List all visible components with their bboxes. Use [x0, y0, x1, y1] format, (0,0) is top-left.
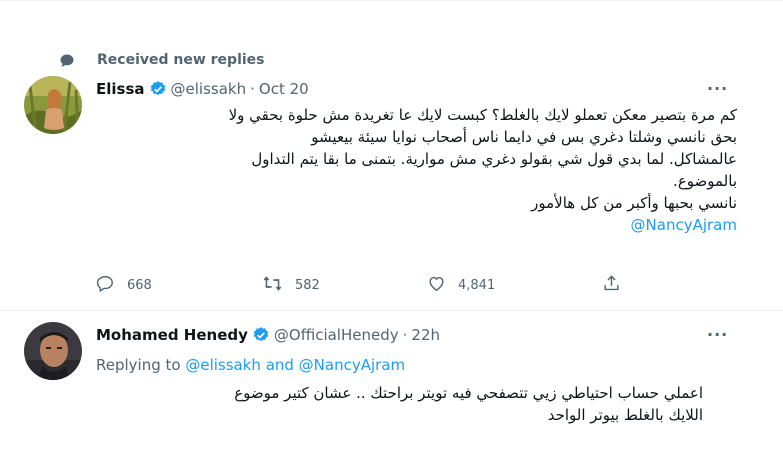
more-icon[interactable]: ··· — [707, 79, 728, 98]
timeline: Received new replies Elissa @elissakh · … — [0, 0, 783, 458]
like-count: 4,841 — [458, 278, 496, 293]
separator-dot: · — [402, 326, 408, 344]
avatar[interactable] — [24, 322, 82, 380]
tweet-header: Elissa @elissakh · Oct 20 — [96, 80, 309, 98]
like-icon — [427, 274, 446, 297]
replying-to-link[interactable]: @elissakh and @NancyAjram — [185, 356, 405, 374]
replying-to: Replying to @elissakh and @NancyAjram — [96, 356, 405, 374]
tweet-actions: 668 582 4,841 — [96, 274, 656, 294]
tweet-line: اللايك بالغلط بيوتر الواحد — [547, 406, 703, 424]
retweet-icon — [262, 274, 283, 297]
share-icon — [602, 274, 621, 297]
separator-dot: · — [250, 80, 255, 98]
like-button[interactable]: 4,841 — [427, 274, 495, 297]
author-handle[interactable]: @elissakh — [171, 80, 247, 98]
tweet-line: كم مرة بتصير معكن تعملو لايك بالغلط؟ كبس… — [228, 106, 737, 124]
tweet-line: بالموضوع. — [673, 172, 737, 190]
tweet-text: كم مرة بتصير معكن تعملو لايك بالغلط؟ كبس… — [97, 104, 737, 236]
verified-badge-icon — [252, 326, 270, 344]
timestamp[interactable]: Oct 20 — [259, 80, 309, 98]
reply-button[interactable]: 668 — [96, 274, 152, 297]
retweet-button[interactable]: 582 — [262, 274, 320, 297]
new-replies-label: Received new replies — [97, 52, 265, 68]
tweet-header: Mohamed Henedy @OfficialHenedy · 22h — [96, 326, 440, 344]
tweet-line: عالمشاكل. لما بدي قول شي بقولو دغري مش م… — [251, 150, 737, 168]
top-divider — [0, 0, 783, 1]
more-icon[interactable]: ··· — [707, 325, 728, 344]
tweet-divider — [0, 310, 783, 311]
verified-badge-icon — [149, 80, 167, 98]
author-handle[interactable]: @OfficialHenedy — [274, 326, 399, 344]
mention-link[interactable]: @NancyAjram — [97, 214, 737, 236]
timestamp[interactable]: 22h — [411, 326, 440, 344]
retweet-count: 582 — [295, 278, 320, 293]
replying-prefix: Replying to — [96, 356, 186, 374]
tweet-line: اعملي حساب احتياطي زيي تتصفحي فيه تويتر … — [234, 384, 703, 402]
chat-bubble-icon — [56, 50, 78, 72]
author-name[interactable]: Mohamed Henedy — [96, 326, 248, 344]
tweet-line: نانسي بحبها وأكبر من كل هالأمور — [531, 194, 737, 212]
tweet-text: اعملي حساب احتياطي زيي تتصفحي فيه تويتر … — [103, 382, 703, 426]
reply-count: 668 — [127, 278, 152, 293]
reply-icon — [96, 274, 115, 297]
author-name[interactable]: Elissa — [96, 80, 145, 98]
avatar[interactable] — [24, 76, 82, 134]
tweet-line: بحق نانسي وشلتا دغري بس في دايما ناس أصح… — [311, 128, 737, 146]
share-button[interactable] — [602, 274, 621, 297]
